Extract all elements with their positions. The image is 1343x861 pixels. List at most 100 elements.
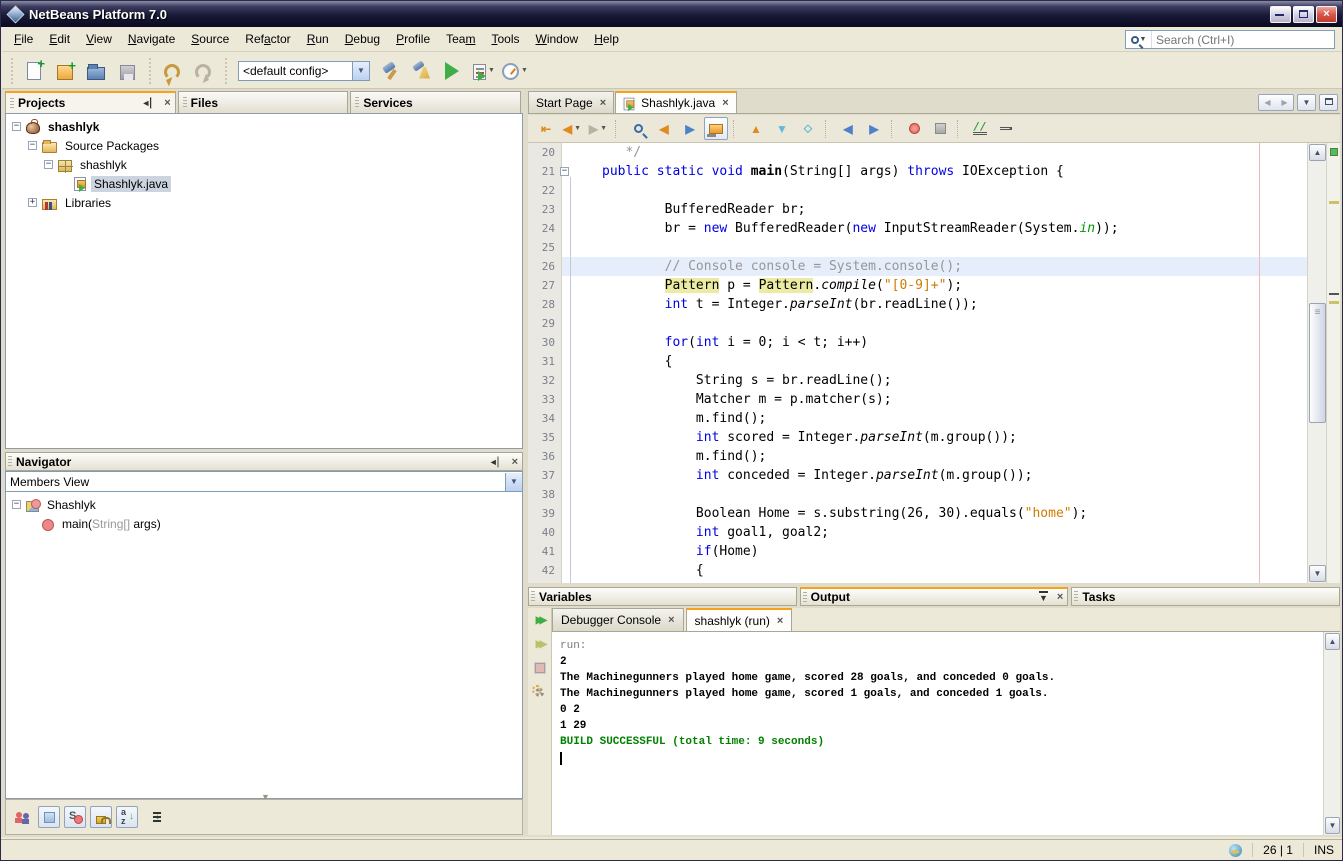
- doc-tab-shashlyk-java[interactable]: Shashlyk.java×: [615, 91, 736, 113]
- sort-source-button[interactable]: ↓: [142, 806, 164, 828]
- uncomment-button[interactable]: [994, 117, 1018, 140]
- search-icon[interactable]: ▼: [1126, 31, 1152, 48]
- find-previous-button[interactable]: ◀: [652, 117, 676, 140]
- code-editor[interactable]: 20 */21public static void main(String[] …: [528, 143, 1340, 583]
- code-line-40[interactable]: 40 int goal1, goal2;: [528, 523, 1307, 542]
- tree-row[interactable]: −Shashlyk: [8, 495, 522, 514]
- menu-item-run[interactable]: Run: [299, 29, 337, 49]
- ant-settings-button[interactable]: [530, 682, 550, 702]
- back-button[interactable]: ◀▼: [560, 117, 584, 140]
- minimize-window-icon[interactable]: ◄▏: [489, 457, 505, 467]
- find-selection-button[interactable]: [626, 117, 650, 140]
- menu-item-edit[interactable]: Edit: [41, 29, 78, 49]
- non-public-button[interactable]: [90, 806, 112, 828]
- code-line-41[interactable]: 41 if(Home): [528, 542, 1307, 561]
- chevron-down-icon[interactable]: ▼: [505, 473, 522, 491]
- tree-row[interactable]: +Libraries: [8, 193, 522, 212]
- menu-item-tools[interactable]: Tools: [483, 29, 527, 49]
- redo-button[interactable]: [189, 57, 217, 85]
- shift-left-button[interactable]: ◀: [836, 117, 860, 140]
- menu-item-refactor[interactable]: Refactor: [237, 29, 298, 49]
- caret-mark[interactable]: [1329, 293, 1339, 295]
- stop-button[interactable]: [530, 658, 550, 678]
- code-line-37[interactable]: 37 int conceded = Integer.parseInt(m.gro…: [528, 466, 1307, 485]
- start-macro-button[interactable]: [902, 117, 926, 140]
- error-stripe[interactable]: [1326, 143, 1340, 583]
- title-bar[interactable]: NetBeans Platform 7.0 ×: [1, 1, 1342, 27]
- occurrence-mark[interactable]: [1329, 301, 1339, 304]
- output-console[interactable]: run:2The Machinegunners played home game…: [552, 632, 1323, 835]
- code-line-23[interactable]: 23 BufferedReader br;: [528, 200, 1307, 219]
- code-line-20[interactable]: 20 */: [528, 143, 1307, 162]
- debug-button[interactable]: ▼: [470, 57, 498, 85]
- tab-projects[interactable]: Projects◄▏×: [5, 91, 176, 113]
- close-window-icon[interactable]: ×: [164, 98, 170, 108]
- code-fold-icon[interactable]: −: [560, 167, 569, 176]
- toggle-bookmark-button[interactable]: ⬦: [796, 117, 820, 140]
- static-members-button[interactable]: [64, 806, 86, 828]
- next-bookmark-button[interactable]: ▼: [770, 117, 794, 140]
- close-tab-icon[interactable]: ×: [722, 98, 728, 108]
- tab-files[interactable]: Files: [178, 91, 349, 113]
- code-line-38[interactable]: 38: [528, 485, 1307, 504]
- tab-services[interactable]: Services: [350, 91, 521, 113]
- output-tab-shashlyk-run-[interactable]: shashlyk (run)×: [686, 608, 793, 631]
- tree-row[interactable]: −Shashlyk.java: [8, 174, 522, 193]
- shift-right-button[interactable]: ▶: [862, 117, 886, 140]
- save-all-button[interactable]: [113, 57, 141, 85]
- code-line-24[interactable]: 24 br = new BufferedReader(new InputStre…: [528, 219, 1307, 238]
- scroll-up-icon[interactable]: ▲: [1325, 633, 1340, 650]
- menu-item-window[interactable]: Window: [528, 29, 587, 49]
- code-line-33[interactable]: 33 Matcher m = p.matcher(s);: [528, 390, 1307, 409]
- tree-row[interactable]: −shashlyk: [8, 117, 522, 136]
- insert-mode-indicator[interactable]: INS: [1303, 843, 1343, 857]
- code-line-43[interactable]: 43 if(scored > conceded): [528, 580, 1307, 583]
- tree-row[interactable]: −main(String[] args): [8, 514, 522, 533]
- code-line-21[interactable]: 21public static void main(String[] args)…: [528, 162, 1307, 181]
- toggle-highlight-button[interactable]: [704, 117, 728, 140]
- scroll-down-icon[interactable]: ▼: [1309, 565, 1326, 582]
- editor-vertical-scrollbar[interactable]: ▲ ▼: [1307, 143, 1326, 583]
- config-select[interactable]: <default config>▼: [238, 61, 370, 81]
- navigator-view-select[interactable]: Members View ▼: [5, 471, 523, 492]
- occurrence-mark[interactable]: [1329, 201, 1339, 204]
- scrollbar-thumb[interactable]: [1309, 303, 1326, 423]
- minimize-window-group-icon[interactable]: ▼: [1039, 591, 1048, 603]
- variables-window-header[interactable]: Variables: [528, 587, 797, 606]
- minimize-window-icon[interactable]: ◄▏: [141, 98, 157, 108]
- open-project-button[interactable]: [82, 57, 110, 85]
- menu-item-file[interactable]: File: [6, 29, 41, 49]
- quick-search-box[interactable]: ▼: [1125, 30, 1335, 49]
- previous-bookmark-button[interactable]: ▲: [744, 117, 768, 140]
- sort-alpha-button[interactable]: ↓: [116, 806, 138, 828]
- rerun-button[interactable]: ▶▶: [530, 610, 550, 630]
- code-line-27[interactable]: 27 Pattern p = Pattern.compile("[0-9]+")…: [528, 276, 1307, 295]
- chevron-down-icon[interactable]: ▼: [352, 62, 369, 80]
- code-line-29[interactable]: 29: [528, 314, 1307, 333]
- close-tab-icon[interactable]: ×: [777, 616, 783, 626]
- update-status[interactable]: [1219, 843, 1252, 857]
- code-line-26[interactable]: 26 // Console console = System.console()…: [528, 257, 1307, 276]
- new-file-button[interactable]: [20, 57, 48, 85]
- rerun-with-params-button[interactable]: ▶▶: [530, 634, 550, 654]
- profile-button[interactable]: ▼: [501, 57, 529, 85]
- menu-item-navigate[interactable]: Navigate: [120, 29, 183, 49]
- menu-item-help[interactable]: Help: [586, 29, 627, 49]
- scroll-tabs-left-icon[interactable]: ◀: [1259, 95, 1276, 110]
- menu-item-view[interactable]: View: [78, 29, 120, 49]
- search-input[interactable]: [1152, 33, 1334, 47]
- collapse-icon[interactable]: −: [44, 160, 53, 169]
- close-tab-icon[interactable]: ×: [668, 615, 674, 625]
- output-scrollbar[interactable]: ▲ ▼: [1323, 632, 1340, 835]
- stop-macro-button[interactable]: [928, 117, 952, 140]
- tasks-window-header[interactable]: Tasks: [1071, 587, 1340, 606]
- forward-button[interactable]: ▶▼: [586, 117, 610, 140]
- close-tab-icon[interactable]: ×: [600, 98, 606, 108]
- code-line-28[interactable]: 28 int t = Integer.parseInt(br.readLine(…: [528, 295, 1307, 314]
- menu-item-debug[interactable]: Debug: [337, 29, 388, 49]
- scroll-down-icon[interactable]: ▼: [1325, 817, 1340, 834]
- tree-row[interactable]: −Source Packages: [8, 136, 522, 155]
- code-line-31[interactable]: 31 {: [528, 352, 1307, 371]
- run-button[interactable]: [439, 57, 467, 85]
- menu-item-profile[interactable]: Profile: [388, 29, 438, 49]
